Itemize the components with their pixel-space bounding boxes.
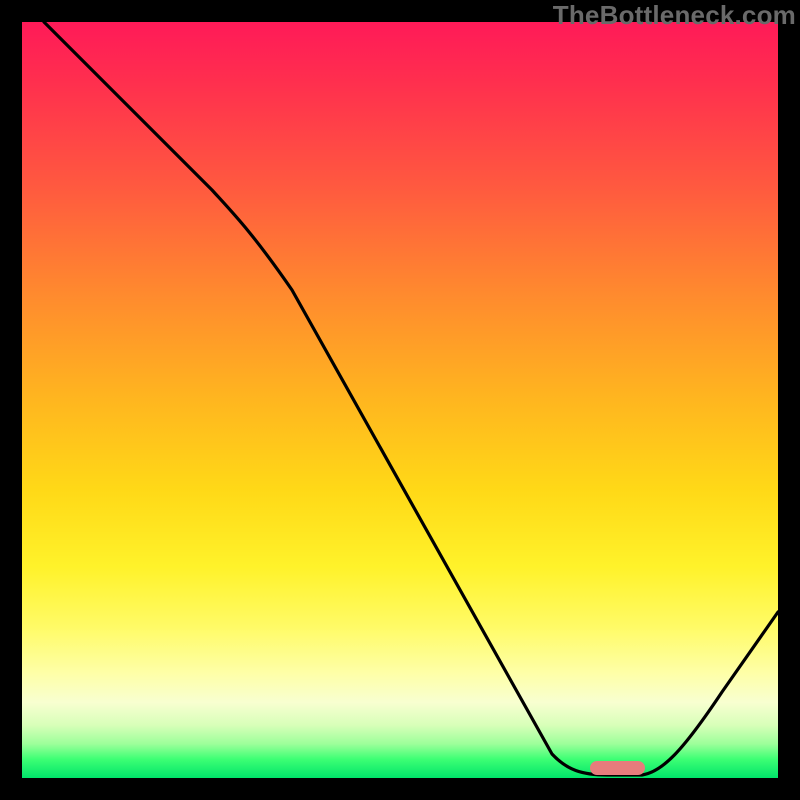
bottleneck-curve xyxy=(22,22,778,778)
curve-path xyxy=(44,22,778,775)
optimal-range-marker xyxy=(590,761,645,775)
watermark-text: TheBottleneck.com xyxy=(553,0,796,31)
plot-frame xyxy=(22,22,778,778)
